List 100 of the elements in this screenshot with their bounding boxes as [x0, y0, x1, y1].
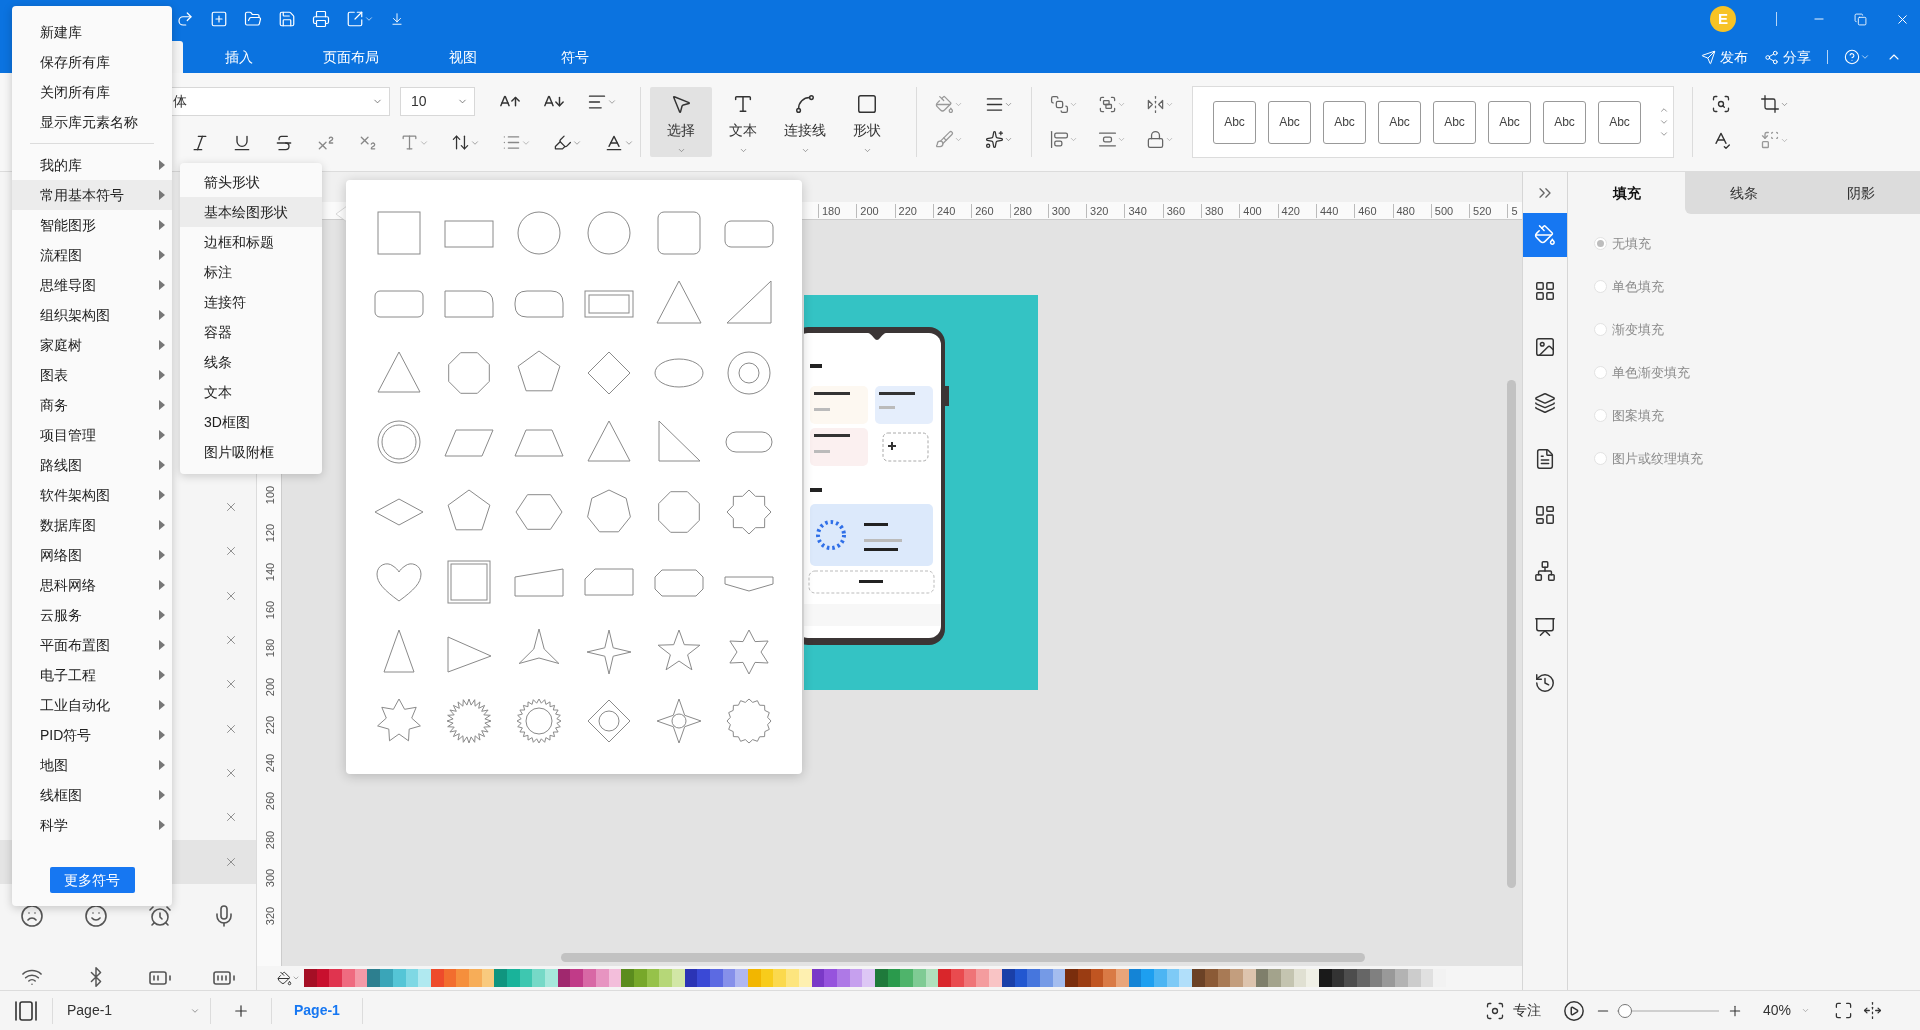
more-symbols-button[interactable]: 更多符号 [49, 867, 135, 893]
save-icon[interactable] [278, 10, 296, 28]
caret-icon[interactable] [862, 146, 872, 155]
menu-item[interactable]: 保存所有库 [12, 47, 172, 77]
caret-icon[interactable] [1069, 135, 1078, 144]
zoom-slider[interactable] [1616, 1003, 1719, 1018]
menu-item[interactable]: 平面布置图 [12, 630, 172, 660]
highlight-icon[interactable] [553, 133, 572, 152]
caret-icon[interactable] [800, 146, 810, 155]
menu-item[interactable]: 项目管理 [12, 420, 172, 450]
menu-item[interactable]: 基本绘图形状 [180, 197, 322, 227]
printer-icon[interactable] [312, 10, 330, 28]
menu-tab[interactable]: 页面布局 [295, 41, 407, 73]
menu-item[interactable]: 线框图 [12, 780, 172, 810]
menu-item[interactable]: 图片吸附框 [180, 437, 322, 467]
menu-item[interactable]: 地图 [12, 750, 172, 780]
menu-item[interactable]: 图表 [12, 360, 172, 390]
menu-item[interactable]: 流程图 [12, 240, 172, 270]
zoom-select[interactable]: 40% [1762, 1000, 1810, 1021]
paint-bucket-icon[interactable] [277, 970, 292, 986]
style-swatch[interactable]: Abc [1433, 100, 1476, 144]
style-swatch[interactable]: Abc [1323, 100, 1366, 144]
tool-button[interactable]: 连接线 [774, 87, 836, 157]
square-icon[interactable] [856, 93, 878, 115]
menu-item[interactable]: 我的库 [12, 150, 172, 180]
restore-icon[interactable] [1854, 12, 1867, 26]
radio-button[interactable] [1594, 237, 1607, 250]
replace-icon[interactable] [1760, 130, 1780, 150]
effects-icon[interactable] [985, 130, 1004, 149]
page-tab[interactable]: Page-1 [272, 1000, 362, 1021]
arrange-icon[interactable] [1050, 95, 1069, 114]
caret-icon[interactable] [738, 146, 748, 155]
radio-button[interactable] [1594, 280, 1607, 293]
caret-icon[interactable] [1860, 52, 1870, 62]
circle-icon[interactable] [514, 208, 564, 258]
customize-icon[interactable] [390, 12, 404, 26]
caret-icon[interactable] [1801, 1006, 1810, 1015]
export-icon[interactable] [346, 10, 364, 28]
caret-icon[interactable] [1004, 135, 1013, 144]
menu-item[interactable]: 文本 [180, 377, 322, 407]
caret-icon[interactable] [1004, 100, 1013, 109]
network-icon[interactable] [1534, 560, 1556, 582]
publish-button[interactable]: 发布 [1701, 46, 1748, 68]
radio-button[interactable] [1594, 409, 1607, 422]
menu-tab[interactable]: 视图 [407, 41, 519, 73]
find-icon[interactable] [1711, 94, 1731, 114]
caret-icon[interactable] [292, 974, 300, 982]
fullscreen-icon[interactable] [1834, 1001, 1853, 1020]
share-button[interactable]: 分享 [1764, 46, 1811, 68]
menu-item[interactable]: 电子工程 [12, 660, 172, 690]
style-swatch[interactable]: Abc [1598, 100, 1641, 144]
layout-icon[interactable] [1534, 504, 1556, 526]
page-view-icon[interactable] [14, 998, 38, 1023]
grid-icon[interactable] [1534, 280, 1556, 302]
document-icon[interactable] [1534, 448, 1556, 470]
menu-item[interactable]: 标注 [180, 257, 322, 287]
menu-item[interactable]: 箭头形状 [180, 167, 322, 197]
seal-icon[interactable] [724, 487, 774, 537]
menu-tab[interactable]: 插入 [183, 41, 295, 73]
redo-icon[interactable] [176, 10, 194, 28]
scroll-down-icon[interactable] [1659, 117, 1669, 127]
play-icon[interactable] [1562, 999, 1585, 1022]
radio-button[interactable] [1594, 323, 1607, 336]
menu-item[interactable]: 组织架构图 [12, 300, 172, 330]
caret-icon[interactable] [1117, 100, 1126, 109]
menu-item[interactable]: 智能图形 [12, 210, 172, 240]
menu-item[interactable]: 科学 [12, 810, 172, 840]
text-icon[interactable] [732, 93, 754, 115]
line-spacing-icon[interactable] [451, 133, 470, 152]
radio-button[interactable] [1594, 452, 1607, 465]
share-icon[interactable] [1764, 49, 1779, 65]
caret-icon[interactable] [954, 135, 963, 144]
scroll-up-icon[interactable] [1659, 105, 1669, 115]
menu-tab[interactable]: 符号 [519, 41, 631, 73]
history-icon[interactable] [1534, 672, 1556, 694]
horizontal-scrollbar[interactable] [561, 953, 1365, 962]
image-icon[interactable] [1534, 336, 1556, 358]
style-swatch[interactable]: Abc [1488, 100, 1531, 144]
caret-icon[interactable] [364, 14, 374, 24]
send-icon[interactable] [1701, 49, 1716, 65]
menu-item[interactable]: 数据库图 [12, 510, 172, 540]
list-icon[interactable] [502, 133, 521, 152]
style-swatch[interactable]: Abc [1543, 100, 1586, 144]
menu-item[interactable]: 容器 [180, 317, 322, 347]
new-file-icon[interactable] [210, 10, 228, 28]
style-swatch[interactable]: Abc [1213, 100, 1256, 144]
caret-icon[interactable] [676, 146, 686, 155]
crop-icon[interactable] [1760, 94, 1780, 114]
menu-item[interactable]: 家庭树 [12, 330, 172, 360]
caret-icon[interactable] [1117, 135, 1126, 144]
presentation-icon[interactable] [1534, 616, 1556, 638]
caret-icon[interactable] [1165, 135, 1174, 144]
font-size-field[interactable]: 10 [400, 87, 475, 116]
tool-button[interactable]: 形状 [836, 87, 898, 157]
menu-item[interactable]: 工业自动化 [12, 690, 172, 720]
menu-item[interactable]: 云服务 [12, 600, 172, 630]
pointer-icon[interactable] [670, 93, 692, 115]
radio-button[interactable] [1594, 366, 1607, 379]
focus-icon[interactable] [1484, 1000, 1505, 1021]
group-icon[interactable] [1098, 95, 1117, 114]
